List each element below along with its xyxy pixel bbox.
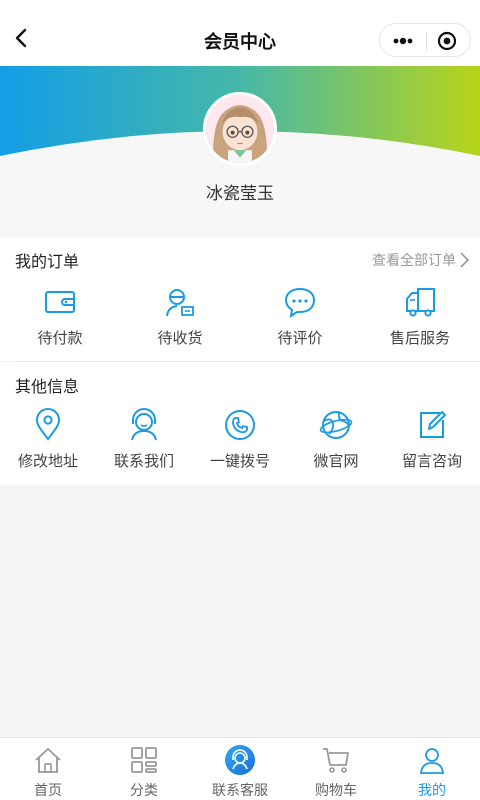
other-info-label: 留言咨询 bbox=[401, 452, 462, 470]
order-pending-payment[interactable]: 待付款 bbox=[0, 285, 120, 348]
edit-icon bbox=[420, 411, 446, 438]
contact-us-item[interactable]: 联系我们 bbox=[96, 408, 192, 471]
user-icon bbox=[420, 748, 444, 774]
section-title: 其他信息 bbox=[15, 377, 80, 396]
order-status-grid: 待付款 待收货 待评价 售后服务 bbox=[0, 285, 480, 348]
close-circle-icon[interactable] bbox=[436, 30, 458, 52]
other-info-label: 修改地址 bbox=[17, 452, 78, 470]
mini-program-capsule bbox=[379, 23, 471, 57]
wallet-icon bbox=[45, 291, 75, 313]
location-pin-icon bbox=[35, 408, 61, 441]
other-info-section: 其他信息 修改地址 联系我们 一键拨号 微官网 留言咨询 bbox=[0, 362, 480, 485]
micro-website-item[interactable]: 微官网 bbox=[288, 408, 384, 471]
other-info-label: 一键拨号 bbox=[209, 452, 270, 470]
one-click-dial-item[interactable]: 一键拨号 bbox=[192, 408, 288, 471]
bottom-tab-bar: 首页 分类 联系客服 购物车 我的 bbox=[0, 737, 480, 800]
avatar[interactable] bbox=[203, 92, 277, 166]
order-status-label: 待评价 bbox=[277, 329, 323, 347]
navigation-bar: 会员中心 bbox=[0, 0, 480, 66]
home-icon bbox=[35, 748, 61, 773]
chat-bubble-icon bbox=[284, 287, 316, 319]
tab-label: 分类 bbox=[130, 783, 158, 799]
truck-icon bbox=[406, 288, 435, 317]
tab-mine[interactable]: 我的 bbox=[384, 738, 480, 800]
more-dots-icon[interactable] bbox=[390, 30, 416, 52]
edit-address-item[interactable]: 修改地址 bbox=[0, 408, 96, 471]
leave-message-item[interactable]: 留言咨询 bbox=[384, 408, 480, 471]
tab-label: 联系客服 bbox=[212, 783, 268, 799]
order-after-sales[interactable]: 售后服务 bbox=[360, 285, 480, 348]
globe-icon bbox=[319, 411, 353, 439]
my-orders-section: 我的订单 查看全部订单 待付款 待收货 待评价 售后服务 bbox=[0, 237, 480, 361]
view-all-orders-link[interactable]: 查看全部订单 bbox=[372, 250, 456, 270]
category-grid-icon bbox=[131, 747, 157, 773]
anime-girl-avatar-icon bbox=[206, 95, 274, 163]
other-info-label: 联系我们 bbox=[113, 452, 174, 470]
tab-label: 购物车 bbox=[315, 783, 357, 799]
tab-category[interactable]: 分类 bbox=[96, 738, 192, 800]
phone-icon bbox=[225, 410, 255, 440]
username: 冰瓷莹玉 bbox=[206, 184, 274, 204]
capsule-divider bbox=[426, 32, 427, 50]
tab-label: 首页 bbox=[34, 783, 62, 799]
chevron-right-icon[interactable] bbox=[458, 250, 470, 270]
tab-label: 我的 bbox=[418, 783, 446, 799]
customer-service-icon bbox=[131, 408, 157, 441]
tab-cart[interactable]: 购物车 bbox=[288, 738, 384, 800]
delivery-person-icon bbox=[166, 289, 194, 317]
profile-header: 冰瓷莹玉 bbox=[0, 66, 480, 237]
section-title: 我的订单 bbox=[15, 252, 80, 271]
cart-icon bbox=[323, 748, 349, 773]
order-status-label: 待付款 bbox=[37, 329, 83, 347]
order-status-label: 待收货 bbox=[157, 329, 203, 347]
order-status-label: 售后服务 bbox=[389, 329, 450, 347]
order-pending-review[interactable]: 待评价 bbox=[240, 285, 360, 348]
tab-customer-service[interactable]: 联系客服 bbox=[192, 738, 288, 800]
tab-home[interactable]: 首页 bbox=[0, 738, 96, 800]
order-pending-receipt[interactable]: 待收货 bbox=[120, 285, 240, 348]
other-info-label: 微官网 bbox=[313, 452, 359, 470]
headset-icon bbox=[225, 745, 255, 775]
other-info-grid: 修改地址 联系我们 一键拨号 微官网 留言咨询 bbox=[0, 408, 480, 471]
